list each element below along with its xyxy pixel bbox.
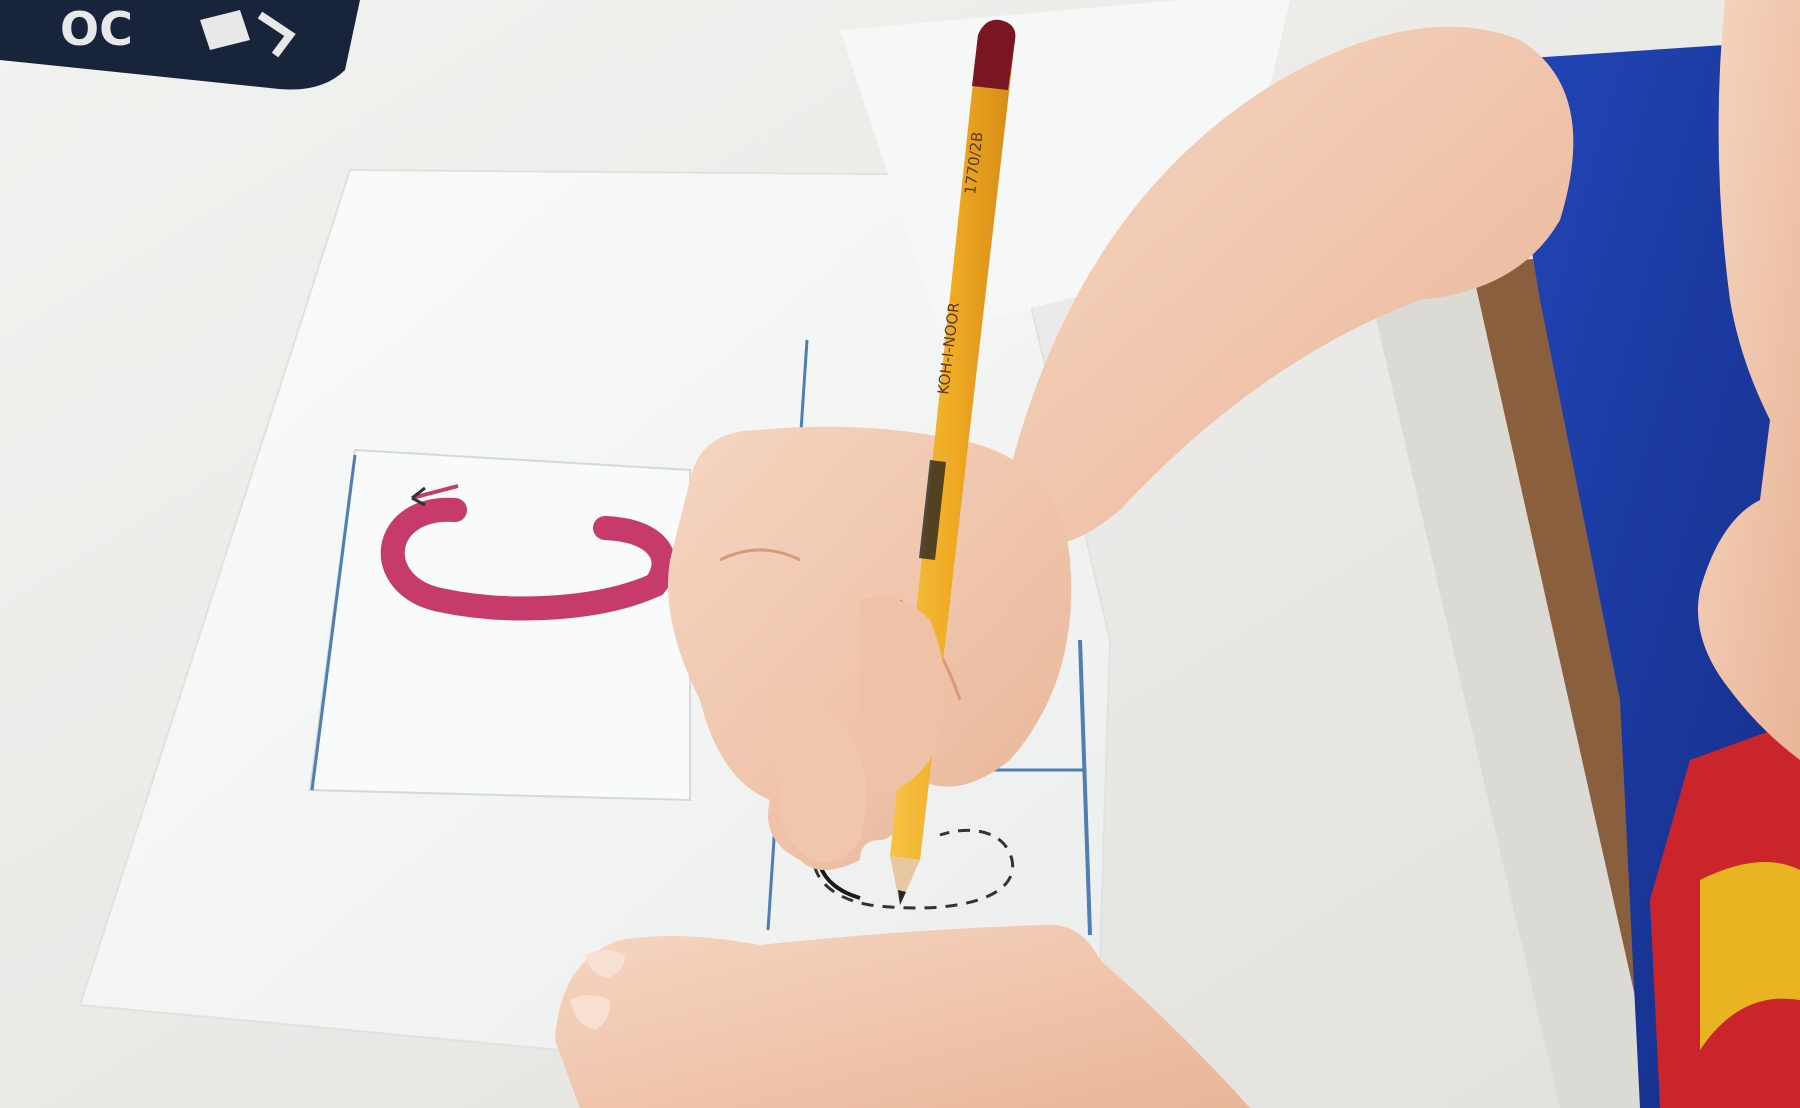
letter-card	[308, 448, 691, 802]
photo-scene: ОС KOH-I-NOOR 1770/2B	[0, 0, 1800, 1108]
pencil-case-print: ОС	[60, 2, 133, 56]
